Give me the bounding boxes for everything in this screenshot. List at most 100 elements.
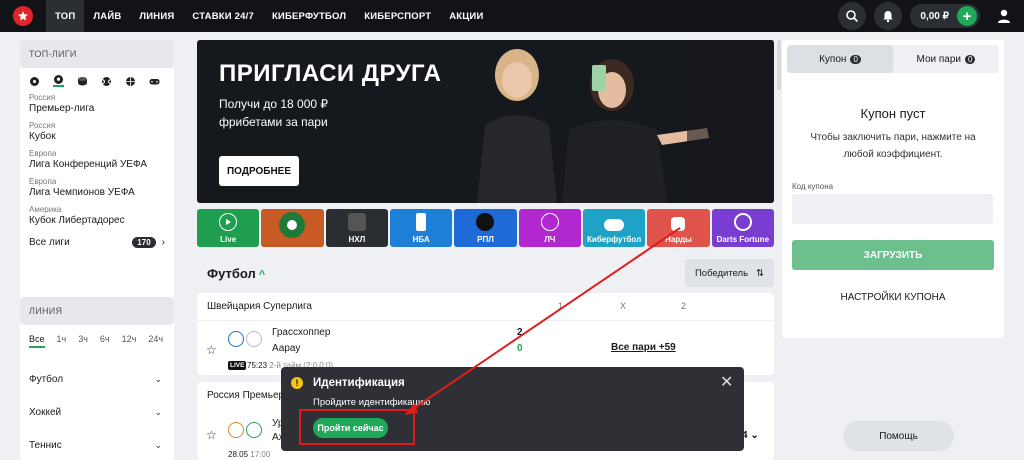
sidebar-line: ЛИНИЯ Все 1ч 3ч 6ч 12ч 24ч Футбол ⌄ Хокк… — [20, 297, 174, 460]
nav-tab-top[interactable]: ТОП — [46, 0, 85, 32]
time-filter-6h[interactable]: 6ч — [100, 334, 110, 348]
nav-tab-promotions[interactable]: АКЦИИ — [440, 0, 492, 32]
logo[interactable] — [0, 0, 46, 32]
hockey-puck-icon[interactable] — [29, 76, 40, 87]
team1-crest-icon — [228, 331, 244, 347]
league-country: Россия — [207, 389, 240, 401]
coupon-tabs: Купон 0 Мои пари 0 — [787, 45, 999, 73]
tile-label: РПЛ — [477, 235, 494, 244]
time-filter-12h[interactable]: 12ч — [122, 334, 137, 348]
league-name: Премьер-лига — [29, 103, 95, 114]
nav-tab-cyberfootball[interactable]: КИБЕРФУТБОЛ — [263, 0, 355, 32]
rpl-logo-icon — [476, 213, 495, 231]
team1-name: Грассхоппер — [272, 327, 331, 338]
scrollbar[interactable] — [777, 40, 781, 90]
hockey-icon[interactable] — [77, 76, 88, 87]
tile-cyberfootball[interactable]: Киберфутбол — [582, 209, 646, 247]
all-bets-link-tail[interactable]: 4 ⌄ — [742, 430, 759, 441]
league-country: Россия — [29, 121, 56, 130]
tile-darts-fortune[interactable]: Darts Fortune — [711, 209, 774, 247]
balance-widget[interactable]: 0,00 ₽ + — [910, 4, 980, 28]
notification-title: Идентификация — [313, 377, 405, 389]
nav-tab-esports[interactable]: КИБЕРСПОРТ — [355, 0, 440, 32]
team2-crest-icon — [246, 331, 262, 347]
dartboard-icon — [733, 213, 752, 231]
line-header: ЛИНИЯ — [20, 297, 174, 325]
coupon-empty-description: Чтобы заключить пари, нажмите на любой к… — [810, 132, 976, 160]
sidebar-league-item[interactable]: Америка Кубок Либертадорес — [20, 205, 174, 227]
league-country: Европа — [29, 149, 57, 158]
top-leagues-header: ТОП-ЛИГИ — [20, 40, 174, 68]
all-leagues-link[interactable]: Все лиги 170 › — [20, 233, 174, 252]
tennis-icon[interactable] — [101, 76, 112, 87]
league-country: Швейцария — [207, 301, 261, 312]
football-icon[interactable] — [53, 75, 64, 87]
league-name: Лига Конференций УЕФА — [29, 159, 148, 170]
tab-coupon[interactable]: Купон 0 — [787, 45, 893, 73]
football-section-header: Футбол ^ Победитель ⇅ — [197, 258, 774, 288]
odds-col-1: 1 — [558, 301, 564, 311]
sidebar-sport-tennis[interactable]: Теннис ⌄ — [20, 429, 174, 460]
champions-league-star-icon — [540, 213, 559, 231]
sport-label: Теннис — [29, 440, 62, 451]
sidebar-league-item[interactable]: Европа Лига Конференций УЕФА — [20, 149, 174, 171]
help-button[interactable]: Помощь — [843, 421, 954, 451]
favorite-star-icon[interactable]: ☆ — [206, 428, 217, 442]
nav-tab-line[interactable]: ЛИНИЯ — [130, 0, 183, 32]
profile-button[interactable] — [990, 2, 1018, 30]
banner-more-button[interactable]: ПОДРОБНЕЕ — [219, 156, 299, 186]
time-filter-all[interactable]: Все — [29, 334, 45, 348]
favorite-star-icon[interactable]: ☆ — [206, 343, 217, 357]
time-filter-3h[interactable]: 3ч — [78, 334, 88, 348]
tab-coupon-count: 0 — [850, 54, 861, 64]
coupon-code-input[interactable] — [792, 194, 993, 224]
league-name: Кубок Либертадорес — [29, 215, 125, 226]
dice-icon — [671, 217, 686, 231]
sidebar-league-item[interactable]: Европа Лига Чемпионов УЕФА — [20, 177, 174, 199]
tile-backgammon[interactable]: Нарды — [647, 209, 710, 247]
market-select-label: Победитель — [694, 267, 749, 279]
time-filter-1h[interactable]: 1ч — [57, 334, 67, 348]
time-filter-24h[interactable]: 24ч — [148, 334, 163, 348]
deposit-plus-icon[interactable]: + — [957, 6, 977, 26]
tile-roland-garros[interactable] — [261, 209, 324, 247]
football-title[interactable]: Футбол ^ — [207, 266, 265, 281]
play-icon — [219, 213, 238, 231]
load-coupon-button[interactable]: ЗАГРУЗИТЬ — [792, 240, 994, 270]
nav-tab-live[interactable]: ЛАЙВ — [84, 0, 130, 32]
tile-rpl[interactable]: РПЛ — [454, 209, 517, 247]
gamepad-icon[interactable] — [149, 76, 160, 87]
all-leagues-label: Все лиги — [29, 237, 70, 248]
nav-tab-bets-247[interactable]: СТАВКИ 24/7 — [183, 0, 263, 32]
league-card-header[interactable]: Швейцария Суперлига 1 X 2 — [197, 293, 774, 321]
tile-champions-league[interactable]: ЛЧ — [518, 209, 581, 247]
match-clock: 75:23 — [247, 361, 268, 370]
tab-my-bets-label: Мои пари — [916, 53, 962, 65]
basketball-icon[interactable] — [125, 76, 136, 87]
promo-banner[interactable]: ПРИГЛАСИ ДРУГА Получи до 18 000 ₽ фрибет… — [197, 40, 774, 203]
sidebar-sport-hockey[interactable]: Хоккей ⌄ — [20, 396, 174, 429]
notifications-button[interactable] — [874, 2, 903, 30]
sidebar-league-item[interactable]: Россия Премьер-лига — [20, 93, 174, 115]
tile-nba[interactable]: НБА — [389, 209, 453, 247]
highlight-box — [299, 409, 415, 445]
search-button[interactable] — [838, 2, 867, 30]
top-navigation: ТОП ЛАЙВ ЛИНИЯ СТАВКИ 24/7 КИБЕРФУТБОЛ К… — [0, 0, 1024, 32]
tile-nhl[interactable]: НХЛ — [325, 209, 388, 247]
banner-people-image — [457, 40, 774, 203]
close-icon[interactable]: ✕ — [720, 375, 733, 391]
market-select[interactable]: Победитель ⇅ — [684, 259, 774, 287]
sort-arrows-icon: ⇅ — [756, 267, 764, 279]
sport-label: Хоккей — [29, 407, 62, 418]
sidebar-league-item[interactable]: Россия Кубок — [20, 121, 174, 143]
sidebar-sport-football[interactable]: Футбол ⌄ — [20, 363, 174, 396]
tile-label: НХЛ — [348, 235, 366, 244]
all-bets-link[interactable]: Все пари +59 — [611, 342, 676, 353]
all-leagues-count-badge: 170 — [132, 237, 156, 248]
tile-live[interactable]: Live — [197, 209, 260, 247]
tab-my-bets[interactable]: Мои пари 0 — [893, 45, 999, 73]
nhl-shield-icon — [347, 213, 366, 231]
coupon-settings-link[interactable]: НАСТРОЙКИ КУПОНА — [782, 292, 1004, 303]
banner-title: ПРИГЛАСИ ДРУГА — [219, 60, 442, 87]
odds-col-x: X — [620, 301, 627, 311]
